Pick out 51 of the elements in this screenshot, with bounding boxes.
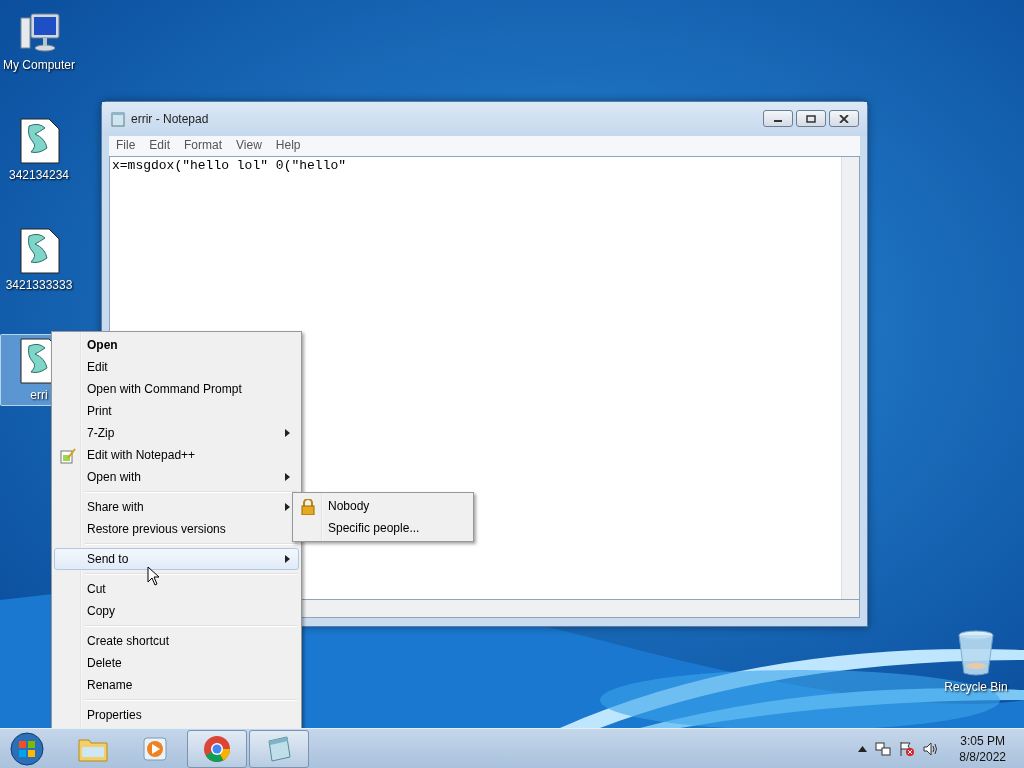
shortcut-label: My Computer bbox=[3, 58, 75, 72]
menu-item[interactable]: Rename bbox=[54, 674, 299, 696]
clock-date: 8/8/2022 bbox=[959, 749, 1006, 765]
maximize-icon bbox=[806, 114, 816, 123]
clock[interactable]: 3:05 PM 8/8/2022 bbox=[959, 733, 1006, 765]
shortcut-label: erri bbox=[30, 388, 48, 402]
script-file-icon bbox=[17, 118, 61, 164]
computer-icon bbox=[17, 10, 61, 54]
minimize-button[interactable] bbox=[763, 110, 793, 127]
menu-item[interactable]: Edit bbox=[142, 138, 178, 154]
close-button[interactable] bbox=[829, 110, 859, 127]
lock-icon bbox=[301, 499, 315, 515]
menu-item[interactable]: View bbox=[229, 138, 269, 154]
notepad-icon bbox=[265, 735, 293, 763]
menu-item[interactable]: Send to bbox=[54, 548, 299, 570]
menu-item[interactable]: Format bbox=[177, 138, 230, 154]
window-title: errir - Notepad bbox=[131, 112, 210, 126]
desktop-shortcut[interactable]: Recycle Bin bbox=[940, 626, 1012, 698]
recycle-bin-icon bbox=[956, 630, 996, 676]
menu-item[interactable]: Specific people... bbox=[295, 517, 471, 539]
flag-warning-icon[interactable] bbox=[899, 741, 916, 757]
menu-item[interactable]: File bbox=[109, 138, 143, 154]
notepad-icon bbox=[110, 111, 126, 127]
menu-item[interactable]: Delete bbox=[54, 652, 299, 674]
chrome-icon bbox=[203, 735, 231, 763]
start-button[interactable] bbox=[9, 731, 45, 767]
menu-item[interactable]: Copy bbox=[54, 600, 299, 622]
clock-time: 3:05 PM bbox=[960, 733, 1005, 749]
shortcut-label: 3421333333 bbox=[5, 278, 73, 292]
desktop-shortcut[interactable]: 3421333333 bbox=[0, 224, 78, 296]
vertical-scrollbar[interactable] bbox=[841, 157, 859, 599]
taskbar-button[interactable] bbox=[187, 730, 247, 768]
network-icon[interactable] bbox=[875, 741, 892, 757]
folder-icon bbox=[78, 736, 108, 762]
menu-item[interactable]: Create shortcut bbox=[54, 630, 299, 652]
show-hidden-icons-icon[interactable] bbox=[858, 746, 868, 752]
menu-item[interactable]: Help bbox=[268, 138, 308, 154]
maximize-button[interactable] bbox=[796, 110, 826, 127]
taskbar-button[interactable] bbox=[249, 730, 309, 768]
menu-item[interactable]: Properties bbox=[54, 704, 299, 726]
media-player-icon bbox=[142, 736, 168, 762]
script-file-icon bbox=[17, 228, 61, 274]
desktop-shortcut[interactable]: 342134234 bbox=[0, 114, 78, 186]
close-icon bbox=[839, 114, 849, 123]
shortcut-label: 342134234 bbox=[8, 168, 70, 182]
editor-text: x=msgdox("hello lol" 0("hello" bbox=[112, 158, 348, 173]
menu-item[interactable]: Nobody bbox=[295, 495, 471, 517]
notepad-pencil-icon bbox=[60, 448, 76, 464]
volume-icon[interactable] bbox=[923, 741, 940, 757]
shortcut-label: Recycle Bin bbox=[944, 680, 1008, 694]
desktop-shortcut[interactable]: My Computer bbox=[0, 6, 78, 76]
